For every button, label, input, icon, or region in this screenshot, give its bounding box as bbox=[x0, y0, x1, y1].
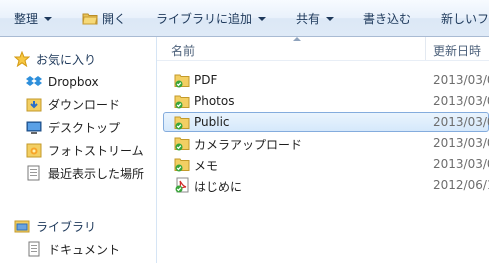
file-date: 2013/03/0 bbox=[433, 115, 489, 129]
nav-item-label: Dropbox bbox=[48, 75, 99, 89]
column-header-row: 名前 更新日時 bbox=[157, 37, 489, 61]
synced-folder-icon bbox=[174, 137, 190, 151]
nav-item-label: ダウンロード bbox=[48, 97, 121, 112]
nav-item-label: 最近表示した場所 bbox=[48, 166, 145, 181]
list-item[interactable]: Photos 2013/03/0 bbox=[157, 91, 489, 112]
file-name: PDF bbox=[194, 73, 218, 87]
list-item[interactable]: メモ 2013/03/0 bbox=[157, 154, 489, 175]
command-bar: 整理 開く ライブラリに追加 共有 書き込む 新しいフ bbox=[0, 0, 489, 37]
file-name: はじめに bbox=[194, 180, 243, 194]
nav-libraries[interactable]: ライブラリ bbox=[14, 215, 96, 237]
photostream-icon bbox=[26, 143, 42, 158]
add-to-library-label: ライブラリに追加 bbox=[156, 11, 253, 26]
downloads-folder-icon bbox=[26, 98, 42, 112]
synced-folder-icon bbox=[174, 95, 190, 109]
file-date: 2013/03/0 bbox=[433, 157, 489, 171]
list-item[interactable]: はじめに 2012/06/1 bbox=[157, 175, 489, 196]
nav-item-label: デスクトップ bbox=[48, 120, 121, 135]
add-to-library-button[interactable]: ライブラリに追加 bbox=[156, 0, 267, 36]
nav-item-desktop[interactable]: デスクトップ bbox=[26, 116, 120, 138]
column-header-date-modified[interactable]: 更新日時 bbox=[433, 42, 481, 59]
open-button[interactable]: 開く bbox=[82, 0, 126, 36]
burn-label: 書き込む bbox=[363, 11, 412, 26]
navigation-pane: お気に入り Dropbox ダウンロード デスクトップ フォトストリーム 最近表… bbox=[0, 37, 157, 263]
column-header-name[interactable]: 名前 bbox=[171, 42, 195, 59]
favorites-label: お気に入り bbox=[36, 52, 97, 67]
file-date: 2012/06/1 bbox=[433, 178, 489, 192]
star-icon bbox=[14, 51, 30, 67]
column-divider[interactable] bbox=[425, 37, 426, 60]
recent-places-icon bbox=[27, 165, 40, 181]
synced-folder-icon bbox=[174, 116, 190, 130]
nav-item-documents[interactable]: ドキュメント bbox=[26, 238, 120, 260]
file-name: カメラアップロード bbox=[194, 138, 303, 152]
synced-folder-icon bbox=[174, 158, 190, 172]
organize-label: 整理 bbox=[14, 11, 39, 26]
list-item[interactable]: カメラアップロード 2013/03/0 bbox=[157, 133, 489, 154]
library-icon bbox=[14, 220, 30, 233]
synced-pdf-file-icon bbox=[175, 177, 189, 193]
sort-ascending-icon bbox=[293, 37, 301, 41]
file-date: 2013/03/0 bbox=[433, 136, 489, 150]
desktop-icon bbox=[26, 121, 42, 134]
nav-item-recent-places[interactable]: 最近表示した場所 bbox=[26, 162, 144, 184]
nav-item-dropbox[interactable]: Dropbox bbox=[26, 71, 99, 93]
synced-folder-icon bbox=[174, 74, 190, 88]
nav-item-photostream[interactable]: フォトストリーム bbox=[26, 139, 144, 161]
nav-item-label: ドキュメント bbox=[48, 242, 121, 257]
burn-button[interactable]: 書き込む bbox=[363, 0, 411, 36]
file-date: 2013/03/0 bbox=[433, 73, 489, 87]
list-item[interactable]: PDF 2013/03/0 bbox=[157, 70, 489, 91]
libraries-label: ライブラリ bbox=[36, 219, 97, 234]
nav-favorites[interactable]: お気に入り bbox=[14, 48, 96, 70]
new-folder-button[interactable]: 新しいフ bbox=[441, 0, 489, 36]
list-item-selected[interactable]: Public 2013/03/0 bbox=[157, 112, 489, 133]
file-name: Public bbox=[194, 115, 230, 129]
open-label: 開く bbox=[102, 11, 127, 26]
chevron-down-icon bbox=[326, 16, 335, 21]
file-name: メモ bbox=[194, 159, 219, 173]
nav-item-downloads[interactable]: ダウンロード bbox=[26, 93, 120, 115]
file-list: 名前 更新日時 PDF 2013/03/0 Photos 2013/03/0 P… bbox=[157, 37, 489, 263]
organize-menu-button[interactable]: 整理 bbox=[14, 0, 53, 36]
new-folder-label: 新しいフ bbox=[441, 11, 489, 26]
open-folder-icon bbox=[82, 13, 98, 25]
dropbox-icon bbox=[26, 76, 42, 86]
share-button[interactable]: 共有 bbox=[296, 0, 335, 36]
file-date: 2013/03/0 bbox=[433, 94, 489, 108]
share-label: 共有 bbox=[296, 11, 321, 26]
documents-icon bbox=[28, 241, 40, 257]
chevron-down-icon bbox=[258, 16, 267, 21]
nav-item-label: フォトストリーム bbox=[48, 143, 144, 158]
chevron-down-icon bbox=[44, 16, 53, 21]
file-name: Photos bbox=[194, 94, 235, 108]
